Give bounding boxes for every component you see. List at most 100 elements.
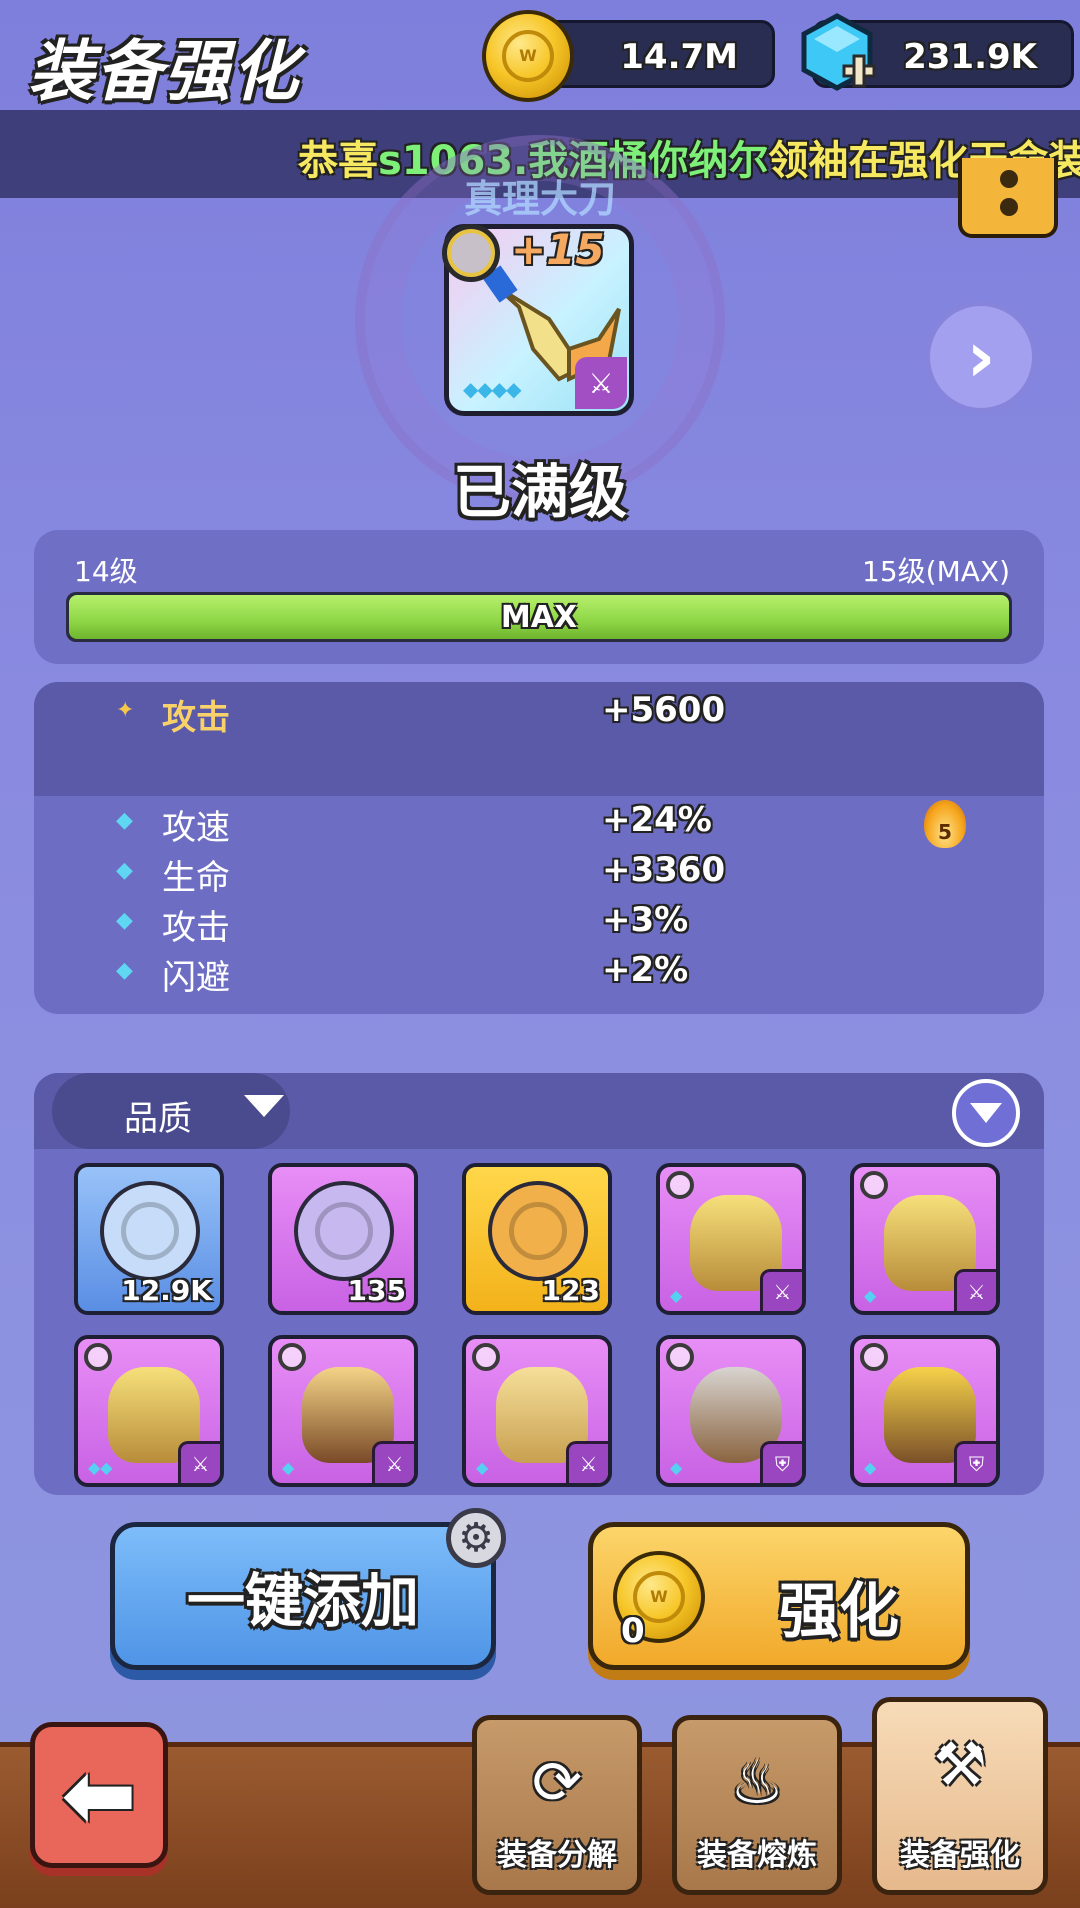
inventory-header: 品质: [34, 1073, 1044, 1149]
main-stat-row: ✦ 攻击 +5600: [34, 682, 1044, 796]
material-slot[interactable]: 123: [462, 1163, 612, 1315]
auto-add-button[interactable]: 一键添加: [110, 1522, 496, 1670]
stat-label: 攻击: [162, 908, 230, 948]
inventory-panel: 品质 12.9K 135 123 ◆ ⚔ ◆ ⚔ ◆◆ ⚔ ◆ ⚔ ◆ ⚔ ◆ …: [34, 1073, 1044, 1495]
back-button[interactable]: ⬅: [30, 1722, 168, 1868]
sword-icon: ⚔: [760, 1269, 802, 1311]
item-gem-row: ◆◆◆◆: [463, 377, 522, 401]
slot-count: 12.9K: [121, 1274, 212, 1307]
gem-bullet-icon: ◆: [116, 958, 133, 983]
slot-count: 123: [541, 1274, 600, 1307]
tab-label: 装备熔炼: [697, 1838, 817, 1873]
tab-label: 装备分解: [497, 1838, 617, 1873]
gem-icon: ◆: [670, 1458, 683, 1477]
tab-label: 装备强化: [900, 1838, 1020, 1873]
gem-icon: ◆: [282, 1458, 295, 1477]
magnifier-icon: [666, 1343, 694, 1371]
equipment-slot[interactable]: ◆ ⛨: [656, 1335, 806, 1487]
stat-label: 闪避: [162, 958, 230, 998]
flame-level: 5: [938, 820, 952, 844]
equipment-slot[interactable]: ◆◆ ⚔: [74, 1335, 224, 1487]
owner-avatar: [442, 224, 500, 282]
level-progress-fill: MAX: [69, 595, 1009, 639]
sword-icon: ⚔: [575, 357, 627, 409]
stat-label: 攻速: [162, 808, 230, 848]
tab-smelt[interactable]: ♨ 装备熔炼: [672, 1715, 842, 1895]
furnace-icon: ♨: [730, 1748, 784, 1818]
gear-icon[interactable]: ⚙: [446, 1508, 506, 1568]
equipment-slot[interactable]: ◆ ⚔: [656, 1163, 806, 1315]
equipment-slot[interactable]: ◆ ⚔: [462, 1335, 612, 1487]
next-item-button[interactable]: ›: [926, 302, 1036, 412]
filter-button[interactable]: [952, 1079, 1020, 1147]
auto-add-label: 一键添加: [186, 1567, 419, 1635]
sword-icon: ⚔: [372, 1441, 414, 1483]
coin-amount: 14.7M: [620, 37, 738, 77]
stat-value: +3360: [602, 850, 726, 890]
purple-token-icon: [294, 1181, 394, 1281]
enhance-cost: 0: [621, 1611, 645, 1651]
stat-label: 攻击: [162, 698, 230, 738]
stat-value: +5600: [602, 690, 726, 730]
sub-stat-row: ◆ 攻速 +24%: [34, 800, 1044, 848]
magnifier-icon: [278, 1343, 306, 1371]
blue-token-icon: [100, 1181, 200, 1281]
slot-count: 135: [347, 1274, 406, 1307]
material-slot[interactable]: 135: [268, 1163, 418, 1315]
tab-decompose[interactable]: ⟳ 装备分解: [472, 1715, 642, 1895]
gem-icon: ◆: [864, 1458, 877, 1477]
enhance-label: 强化: [779, 1577, 899, 1647]
stat-value: +24%: [602, 800, 712, 840]
arrow-left-icon: ⬅: [61, 1742, 137, 1848]
next-level: 15级(MAX): [862, 555, 1010, 588]
max-level-label: 已满级: [452, 458, 627, 526]
gem-bullet-icon: ◆: [116, 858, 133, 883]
gem-amount: 231.9K: [903, 37, 1037, 77]
stat-value: +3%: [602, 900, 689, 940]
gem-icon: ◆: [864, 1286, 877, 1305]
stat-value: +2%: [602, 950, 689, 990]
chevron-right-icon: ›: [966, 316, 996, 398]
magnifier-icon: [84, 1343, 112, 1371]
star-icon: ✦: [116, 698, 135, 723]
gem-icon: ◆: [670, 1286, 683, 1305]
shield-icon: ⛨: [760, 1441, 802, 1483]
equipment-slot[interactable]: ◆ ⛨: [850, 1335, 1000, 1487]
equipment-slot[interactable]: ◆ ⚔: [268, 1335, 418, 1487]
gem-icon: ◆: [476, 1458, 489, 1477]
progress-label: MAX: [500, 599, 578, 635]
enhance-button[interactable]: W 0 强化: [588, 1522, 970, 1670]
gold-token-icon: [488, 1181, 588, 1281]
magnifier-icon: [860, 1343, 888, 1371]
magnifier-icon: [666, 1171, 694, 1199]
coin-icon: W: [482, 10, 574, 102]
sub-stat-row: ◆ 闪避 +2%: [34, 950, 1044, 998]
level-progress-bar: MAX: [66, 592, 1012, 642]
gem-bullet-icon: ◆: [116, 908, 133, 933]
tab-enhance[interactable]: ⚒ 装备强化: [872, 1697, 1048, 1895]
magnifier-icon: [472, 1343, 500, 1371]
item-name: 真理大刀: [463, 177, 616, 221]
stat-label: 生命: [162, 858, 230, 898]
gem-icon: ◆◆: [88, 1458, 113, 1477]
material-slot[interactable]: 12.9K: [74, 1163, 224, 1315]
sword-icon: ⚔: [954, 1269, 996, 1311]
chevron-down-icon: [244, 1095, 284, 1117]
magnifier-icon: [860, 1171, 888, 1199]
sub-stat-row: ◆ 生命 +3360: [34, 850, 1044, 898]
anvil-icon: ⚒: [933, 1730, 987, 1800]
shield-icon: ⛨: [954, 1441, 996, 1483]
gem-bullet-icon: ◆: [116, 808, 133, 833]
flame-icon[interactable]: 5: [924, 800, 966, 848]
gem-icon[interactable]: [796, 12, 878, 94]
sub-stat-row: ◆ 攻击 +3%: [34, 900, 1044, 948]
sort-dropdown[interactable]: 品质: [52, 1073, 290, 1149]
current-level: 14级: [74, 555, 138, 588]
sword-icon: ⚔: [566, 1441, 608, 1483]
main-stat: ✦ 攻击 +5600: [34, 690, 1044, 738]
stats-panel: ✦ 攻击 +5600 ◆ 攻速 +24% ◆ 生命 +3360 ◆ 攻击 +3%…: [34, 682, 1044, 1014]
enhance-level-badge: +15: [511, 225, 605, 274]
filter-icon: [970, 1103, 1002, 1123]
recycle-icon: ⟳: [531, 1748, 583, 1818]
equipment-slot[interactable]: ◆ ⚔: [850, 1163, 1000, 1315]
